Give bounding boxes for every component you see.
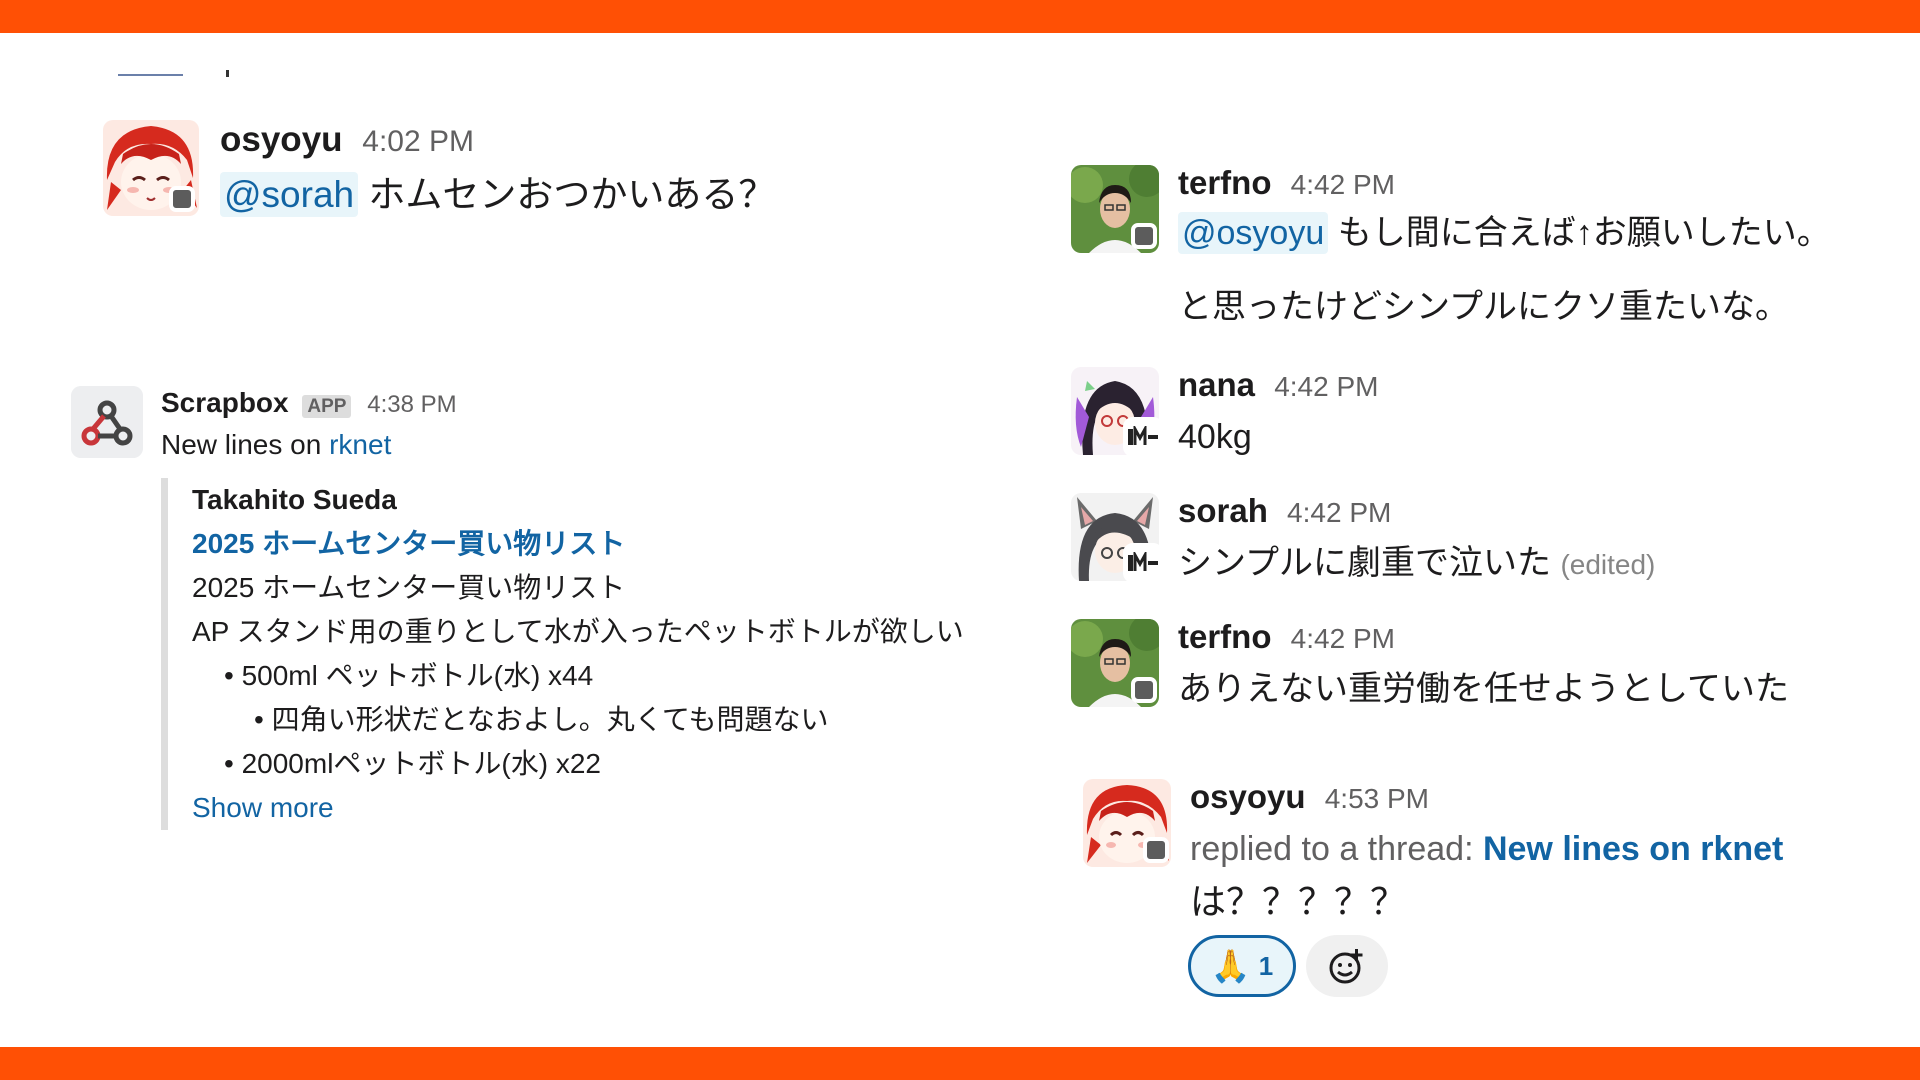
timestamp[interactable]: 4:02 PM bbox=[362, 125, 474, 158]
timestamp[interactable]: 4:42 PM bbox=[1291, 623, 1395, 654]
org-badge-icon bbox=[1123, 417, 1163, 457]
scrapbox-avatar[interactable] bbox=[71, 386, 143, 458]
message-terfno-2: terfno 4:42 PM ありえない重労働を任せようとしていた bbox=[1071, 617, 1891, 717]
message-text: シンプルに劇重で泣いた bbox=[1178, 544, 1551, 582]
username[interactable]: osyoyu bbox=[220, 120, 343, 159]
add-reaction-button[interactable] bbox=[1306, 935, 1388, 997]
message-sorah: sorah 4:42 PM シンプルに劇重で泣いた (edited) bbox=[1071, 491, 1891, 591]
attachment-bullet: • 500ml ペットボトル(水) x44 bbox=[224, 660, 594, 691]
message-nana: nana 4:42 PM 40kg bbox=[1071, 365, 1891, 465]
mention-link[interactable]: @osyoyu bbox=[1178, 212, 1329, 254]
attachment-bullet: • 2000mlペットボトル(水) x22 bbox=[224, 748, 601, 779]
attachment-line: 2025 ホームセンター買い物リスト bbox=[192, 572, 626, 603]
thread-link[interactable]: New lines on rknet bbox=[1483, 830, 1783, 868]
org-badge-icon bbox=[1123, 543, 1163, 583]
username[interactable]: terfno bbox=[1178, 618, 1272, 655]
message-scrapbox: Scrapbox APP 4:38 PM New lines on rknet … bbox=[71, 384, 1031, 834]
replied-label: replied to a thread: bbox=[1190, 830, 1483, 868]
timestamp[interactable]: 4:42 PM bbox=[1287, 497, 1391, 528]
message-text: は？？？？？ bbox=[1190, 881, 1407, 922]
message-text: ありえない重労働を任せようとしていた bbox=[1178, 670, 1789, 708]
attachment-card: Takahito Sueda 2025 ホームセンター買い物リスト 2025 ホ… bbox=[161, 478, 1031, 830]
reaction-count: 1 bbox=[1258, 950, 1274, 981]
show-more-link[interactable]: Show more bbox=[192, 786, 964, 830]
presence-status-icon bbox=[1143, 837, 1169, 863]
presence-status-icon bbox=[1131, 677, 1157, 703]
top-brand-bar bbox=[0, 0, 1920, 33]
attachment-title-link[interactable]: 2025 ホームセンター買い物リスト bbox=[192, 522, 964, 566]
add-emoji-icon bbox=[1329, 949, 1363, 984]
message-text: New lines on bbox=[161, 429, 330, 460]
attachment-author: Takahito Sueda bbox=[192, 484, 397, 515]
pray-emoji-icon: 🙏 bbox=[1210, 948, 1251, 984]
message-terfno-1: terfno 4:42 PM @osyoyu もし間に合えば↑お願いしたい。 と… bbox=[1071, 163, 1891, 338]
message-osyoyu-2: osyoyu 4:53 PM replied to a thread: New … bbox=[1083, 777, 1893, 1007]
reaction-pray[interactable]: 🙏 1 bbox=[1188, 935, 1296, 997]
app-name[interactable]: Scrapbox bbox=[161, 387, 289, 418]
mention-link[interactable]: @sorah bbox=[220, 172, 359, 217]
message-text: もし間に合えば↑お願いしたい。 bbox=[1337, 214, 1831, 252]
presence-status-icon bbox=[1131, 223, 1157, 249]
timestamp[interactable]: 4:53 PM bbox=[1325, 783, 1429, 814]
username[interactable]: nana bbox=[1178, 366, 1255, 403]
cutoff-previous-message bbox=[118, 72, 183, 76]
username[interactable]: sorah bbox=[1178, 492, 1268, 529]
message-text: 40kg bbox=[1178, 418, 1252, 456]
rknet-link[interactable]: rknet bbox=[329, 429, 391, 460]
message-osyoyu-1: osyoyu 4:02 PM @sorah ホムセンおつかいある？ bbox=[103, 118, 863, 228]
timestamp[interactable]: 4:42 PM bbox=[1291, 169, 1395, 200]
timestamp[interactable]: 4:42 PM bbox=[1274, 371, 1378, 402]
username[interactable]: terfno bbox=[1178, 164, 1272, 201]
timestamp[interactable]: 4:38 PM bbox=[367, 391, 456, 418]
username[interactable]: osyoyu bbox=[1190, 778, 1306, 815]
bottom-brand-bar bbox=[0, 1047, 1920, 1080]
message-text: と思ったけどシンプルにクソ重たいな。 bbox=[1178, 288, 1789, 326]
presence-status-icon bbox=[169, 186, 195, 212]
attachment-sub-bullet: • 四角い形状だとなおよし。丸くても問題ない bbox=[254, 704, 829, 735]
attachment-line: AP スタンド用の重りとして水が入ったペットボトルが欲しい bbox=[192, 616, 964, 647]
message-text: ホムセンおつかいある？ bbox=[368, 174, 776, 215]
app-badge: APP bbox=[302, 395, 352, 418]
cutoff-previous-message-glyph bbox=[226, 70, 229, 77]
edited-label: (edited) bbox=[1560, 549, 1656, 580]
